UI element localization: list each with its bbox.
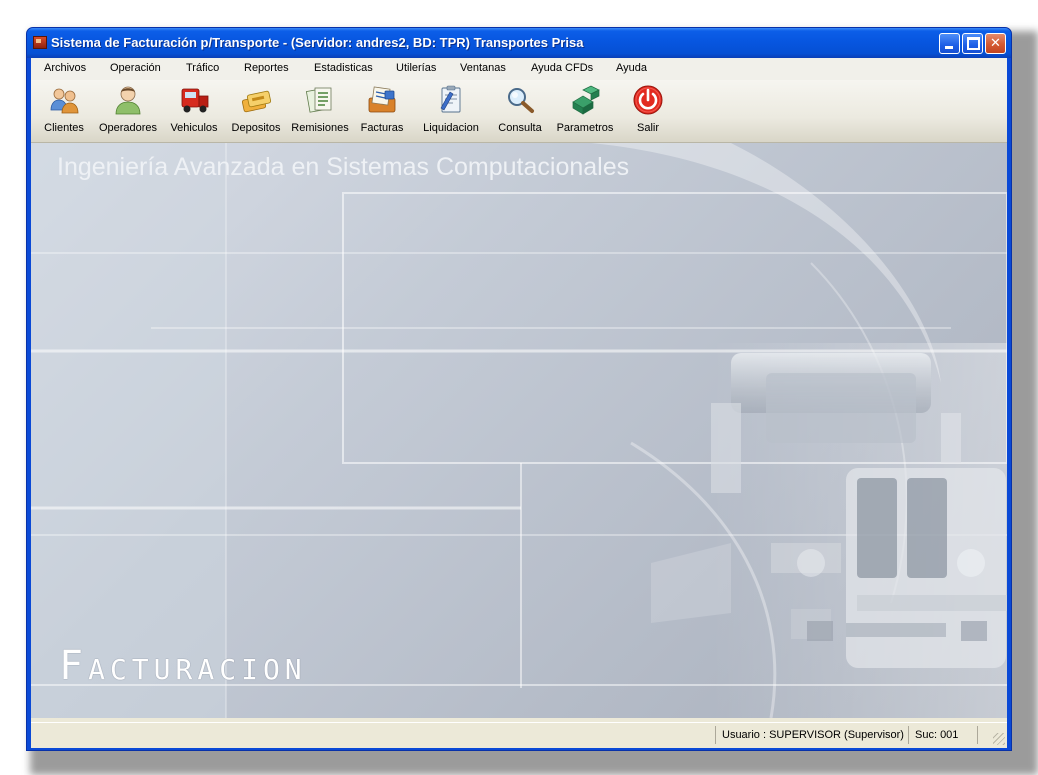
- toolbar-label: Clientes: [44, 122, 84, 134]
- toolbar: Clientes Operadores Vehiculos Depositos …: [31, 80, 1007, 143]
- truck-icon: [181, 88, 209, 113]
- liquidation-icon: [440, 85, 461, 113]
- toolbar-label: Vehiculos: [170, 122, 218, 134]
- menu-estadisticas[interactable]: Estadisticas: [314, 62, 373, 74]
- toolbar-liquidacion-button[interactable]: Liquidacion: [423, 84, 479, 140]
- toolbar-facturas-button[interactable]: Facturas: [359, 84, 405, 140]
- magnifier-icon: [508, 88, 534, 113]
- toolbar-operadores-button[interactable]: Operadores: [99, 84, 157, 140]
- app-icon[interactable]: [33, 36, 47, 49]
- clients-icon: [50, 88, 79, 114]
- close-button[interactable]: ✕: [985, 33, 1006, 54]
- toolbar-label: Consulta: [498, 122, 542, 134]
- minimize-button[interactable]: [939, 33, 960, 54]
- toolbar-label: Liquidacion: [423, 122, 479, 134]
- toolbar-label: Remisiones: [291, 122, 349, 134]
- client-area: Archivos Operación Tráfico Reportes Esta…: [31, 58, 1007, 748]
- toolbar-consulta-button[interactable]: Consulta: [497, 84, 543, 140]
- menu-utilerias[interactable]: Utilerías: [396, 62, 436, 74]
- toolbar-remisiones-button[interactable]: Remisiones: [291, 84, 349, 140]
- close-icon: ✕: [990, 36, 1001, 51]
- toolbar-clientes-button[interactable]: Clientes: [41, 84, 87, 140]
- toolbar-parametros-button[interactable]: Parametros: [557, 84, 613, 140]
- invoice-icon: [368, 86, 396, 113]
- mdi-background: Ingeniería Avanzada en Sistemas Computac…: [31, 143, 1007, 718]
- parameters-icon: [572, 85, 600, 115]
- toolbar-label: Operadores: [98, 122, 158, 134]
- toolbar-label: Parametros: [556, 122, 614, 134]
- resize-grip[interactable]: [993, 733, 1005, 745]
- status-branch: Suc: 001: [908, 726, 958, 744]
- menu-bar: Archivos Operación Tráfico Reportes Esta…: [31, 58, 1007, 80]
- menu-ayuda-cfds[interactable]: Ayuda CFDs: [531, 62, 593, 74]
- background-graphic: [31, 143, 1007, 718]
- title-bar[interactable]: Sistema de Facturación p/Transporte - (S…: [27, 28, 1011, 58]
- window-title: Sistema de Facturación p/Transporte - (S…: [51, 35, 584, 50]
- menu-operacion[interactable]: Operación: [110, 62, 161, 74]
- company-slogan: Ingeniería Avanzada en Sistemas Computac…: [57, 153, 630, 181]
- toolbar-label: Salir: [636, 122, 659, 134]
- main-window: Sistema de Facturación p/Transporte - (S…: [26, 27, 1012, 751]
- app-title: Facturacion: [59, 643, 307, 689]
- status-bar: Usuario : SUPERVISOR (Supervisor) Suc: 0…: [31, 722, 1007, 747]
- maximize-icon: [967, 37, 980, 50]
- remission-icon: [305, 87, 332, 113]
- menu-ayuda[interactable]: Ayuda: [616, 62, 647, 74]
- menu-archivos[interactable]: Archivos: [44, 62, 86, 74]
- menu-trafico[interactable]: Tráfico: [186, 62, 219, 74]
- power-icon: [633, 85, 663, 115]
- operator-icon: [115, 86, 141, 115]
- toolbar-salir-button[interactable]: Salir: [629, 84, 667, 140]
- toolbar-depositos-button[interactable]: Depositos: [232, 84, 280, 140]
- toolbar-label: Depositos: [231, 122, 281, 134]
- status-user: Usuario : SUPERVISOR (Supervisor): [715, 726, 904, 744]
- maximize-button[interactable]: [962, 33, 983, 54]
- toolbar-vehiculos-button[interactable]: Vehiculos: [170, 84, 218, 140]
- toolbar-label: Facturas: [360, 122, 404, 134]
- status-divider: [977, 726, 978, 744]
- deposit-icon: [241, 90, 272, 113]
- menu-ventanas[interactable]: Ventanas: [460, 62, 506, 74]
- menu-reportes[interactable]: Reportes: [244, 62, 289, 74]
- minimize-icon: [945, 46, 953, 49]
